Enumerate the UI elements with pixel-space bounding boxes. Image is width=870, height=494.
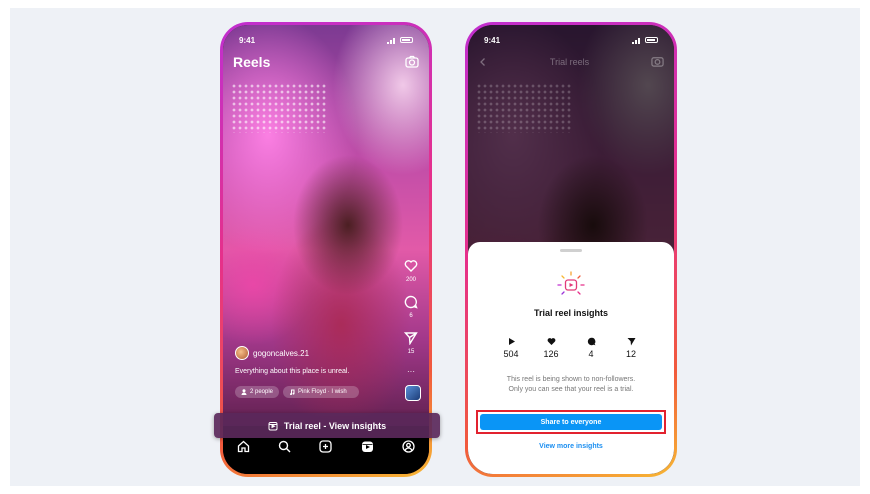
status-icons bbox=[632, 37, 658, 44]
profile-icon[interactable] bbox=[402, 440, 415, 453]
play-icon bbox=[508, 338, 515, 345]
light-dots-decoration bbox=[476, 83, 571, 133]
trial-reel-insights-icon bbox=[557, 271, 585, 295]
phone-trial-insights: 9:41 Trial reels Trial reel insights 504… bbox=[465, 22, 677, 477]
reel-author[interactable]: gogoncalves.21 bbox=[235, 346, 309, 360]
music-chip[interactable]: Pink Floyd · I wish bbox=[283, 386, 360, 398]
comment-icon bbox=[587, 337, 595, 346]
status-time: 9:41 bbox=[239, 35, 256, 45]
plays-value: 504 bbox=[503, 349, 519, 359]
send-icon bbox=[627, 338, 635, 346]
avatar[interactable] bbox=[235, 346, 249, 360]
status-bar: 9:41 bbox=[468, 33, 674, 47]
page-title: Reels bbox=[233, 54, 271, 70]
share-button-highlight: Share to everyone bbox=[476, 410, 666, 434]
sheet-title: Trial reel insights bbox=[533, 308, 609, 318]
people-tag-label: 2 people bbox=[250, 389, 274, 395]
status-icons bbox=[387, 37, 413, 44]
username[interactable]: gogoncalves.21 bbox=[253, 349, 309, 358]
battery-icon bbox=[400, 37, 413, 43]
reel-chips: 2 people Pink Floyd · I wish bbox=[235, 386, 360, 398]
trial-description: This reel is being shown to non-follower… bbox=[482, 375, 660, 395]
heart-icon[interactable] bbox=[404, 259, 418, 273]
music-label: Pink Floyd · I wish bbox=[298, 389, 347, 395]
like-count: 200 bbox=[405, 277, 416, 283]
trial-reel-banner[interactable]: Trial reel - View insights bbox=[214, 413, 440, 438]
likes-value: 126 bbox=[543, 349, 559, 359]
description-line-1: This reel is being shown to non-follower… bbox=[506, 376, 636, 383]
search-icon[interactable] bbox=[278, 440, 291, 453]
reels-icon[interactable] bbox=[361, 440, 374, 453]
battery-icon bbox=[645, 37, 658, 43]
trial-reel-icon bbox=[268, 421, 278, 430]
trial-insights-screen: 9:41 Trial reels Trial reel insights 504… bbox=[468, 25, 674, 474]
camera-icon[interactable] bbox=[651, 55, 664, 68]
create-icon[interactable] bbox=[319, 440, 333, 453]
signal-icon bbox=[387, 37, 395, 44]
view-more-insights-link[interactable]: View more insights bbox=[468, 443, 674, 450]
shares-value: 12 bbox=[625, 349, 636, 359]
heart-icon bbox=[547, 338, 555, 345]
reels-screen: 9:41 Reels 200 6 15 gogoncalves.21 Every… bbox=[223, 25, 429, 474]
comment-count: 6 bbox=[409, 313, 413, 319]
trial-reel-banner-label: Trial reel - View insights bbox=[283, 420, 387, 431]
stat-likes: 126 bbox=[536, 337, 566, 359]
insights-stats: 504 126 4 12 bbox=[496, 337, 646, 359]
back-icon[interactable] bbox=[478, 57, 488, 67]
people-tag-chip[interactable]: 2 people bbox=[235, 386, 280, 398]
home-icon[interactable] bbox=[237, 440, 250, 453]
stat-shares: 12 bbox=[616, 337, 646, 359]
status-bar: 9:41 bbox=[223, 33, 429, 47]
phone-reels-feed: 9:41 Reels 200 6 15 gogoncalves.21 Every… bbox=[220, 22, 432, 477]
insights-sheet: Trial reel insights 504 126 4 12 This re… bbox=[468, 242, 674, 474]
comment-icon[interactable] bbox=[404, 295, 418, 309]
screen-header: Trial reels bbox=[468, 55, 674, 68]
stat-plays: 504 bbox=[496, 337, 526, 359]
audio-thumbnail[interactable] bbox=[405, 385, 421, 401]
person-icon bbox=[241, 389, 247, 395]
send-icon[interactable] bbox=[404, 331, 418, 345]
sheet-grabber[interactable] bbox=[560, 249, 582, 252]
signal-icon bbox=[632, 37, 640, 44]
reel-caption[interactable]: Everything about this place is unreal. bbox=[235, 368, 349, 375]
music-note-icon bbox=[290, 389, 295, 395]
header-title: Trial reels bbox=[549, 56, 590, 67]
camera-icon[interactable] bbox=[405, 55, 419, 69]
stat-comments: 4 bbox=[576, 337, 606, 359]
status-time: 9:41 bbox=[484, 35, 501, 45]
light-dots-decoration bbox=[231, 83, 326, 133]
share-to-everyone-button[interactable]: Share to everyone bbox=[480, 414, 662, 430]
share-count: 15 bbox=[407, 349, 415, 355]
comments-value: 4 bbox=[588, 349, 594, 359]
description-line-2: Only you can see that your reel is a tri… bbox=[508, 386, 634, 393]
action-rail: 200 6 15 bbox=[399, 259, 423, 363]
more-options-icon[interactable]: ··· bbox=[407, 367, 415, 376]
